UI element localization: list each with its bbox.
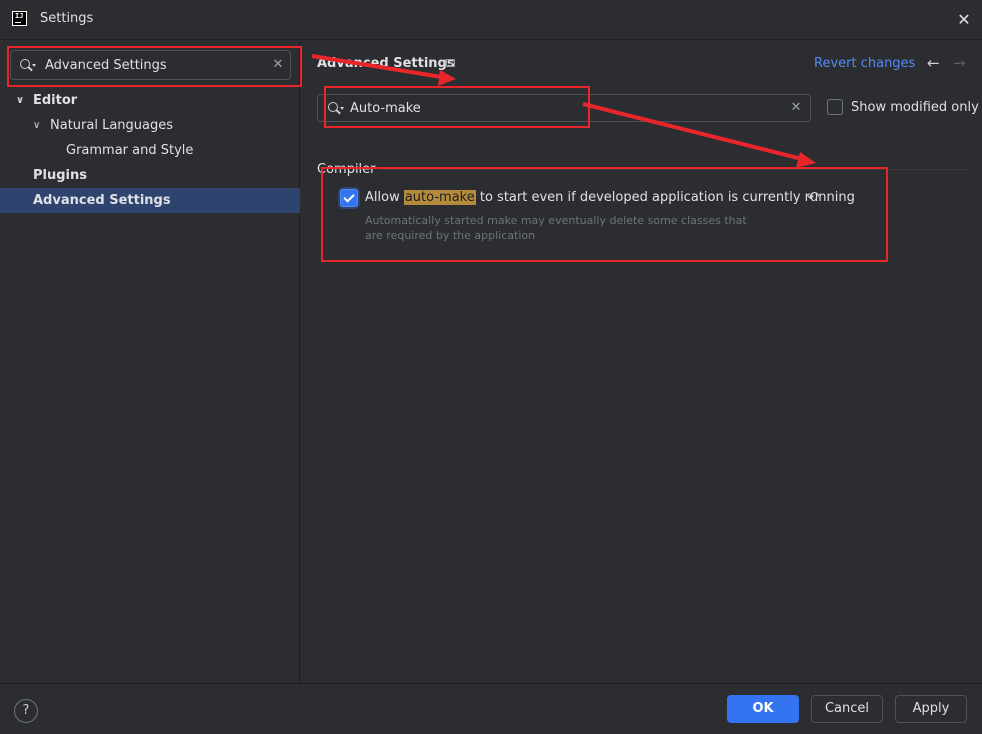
help-icon[interactable]: ? (14, 699, 38, 723)
group-separator (381, 169, 966, 170)
window-title: Settings (40, 11, 94, 26)
advanced-settings-search-box[interactable]: ✕ (317, 94, 811, 122)
settings-content: Advanced Settings Revert changes ← → ✕ S… (301, 41, 982, 683)
apply-button[interactable]: Apply (895, 695, 967, 723)
tree-item-label: Advanced Settings (33, 193, 171, 208)
undo-icon[interactable]: ↶ (807, 188, 820, 206)
close-icon[interactable]: ✕ (954, 10, 974, 30)
tree-item-label: Editor (33, 93, 78, 108)
settings-search-input[interactable] (45, 56, 265, 74)
app-logo-icon: IJ (12, 11, 27, 26)
chevron-down-icon[interactable]: ∨ (33, 113, 43, 138)
option-description: Automatically started make may eventuall… (365, 214, 747, 242)
label-prefix: Allow (365, 190, 404, 205)
tree-item-plugins[interactable]: Plugins (0, 163, 300, 188)
advanced-settings-search-input[interactable] (350, 99, 770, 117)
tree-item-editor[interactable]: ∨ Editor (0, 88, 300, 113)
show-modified-label[interactable]: Show modified only (851, 100, 979, 115)
tree-item-label: Grammar and Style (66, 143, 194, 158)
settings-search-box[interactable]: ✕ (10, 50, 291, 80)
tree-item-natural-languages[interactable]: ∨ Natural Languages (0, 113, 300, 138)
clear-icon[interactable]: ✕ (271, 58, 285, 72)
search-icon[interactable] (19, 57, 36, 73)
tree-item-label: Plugins (33, 168, 87, 183)
allow-auto-make-label[interactable]: Allow auto-make to start even if develop… (365, 190, 855, 205)
group-title: Compiler (317, 162, 376, 177)
title-bar: IJ Settings ✕ (0, 0, 982, 40)
allow-auto-make-checkbox[interactable] (340, 189, 358, 207)
arrow-left-icon[interactable]: ← (927, 54, 940, 72)
tree-item-grammar-and-style[interactable]: Grammar and Style (0, 138, 300, 163)
settings-sidebar: ✕ ∨ Editor ∨ Natural Languages Grammar a… (0, 41, 300, 683)
ok-button[interactable]: OK (727, 695, 799, 723)
revert-changes-link[interactable]: Revert changes (814, 56, 915, 71)
search-icon[interactable] (327, 100, 344, 116)
tree-item-advanced-settings[interactable]: Advanced Settings (0, 188, 300, 213)
arrow-right-icon[interactable]: → (953, 54, 966, 72)
label-suffix: to start even if developed application i… (475, 190, 855, 205)
dialog-footer: ? OK Cancel Apply (0, 683, 982, 734)
clear-icon[interactable]: ✕ (789, 101, 803, 115)
chevron-down-icon[interactable]: ∨ (16, 88, 26, 113)
tree-item-label: Natural Languages (50, 118, 174, 133)
pin-icon[interactable] (446, 59, 455, 67)
show-modified-checkbox[interactable] (827, 99, 843, 115)
page-title: Advanced Settings (317, 56, 455, 71)
cancel-button[interactable]: Cancel (811, 695, 883, 723)
search-match-highlight: auto-make (403, 190, 476, 205)
